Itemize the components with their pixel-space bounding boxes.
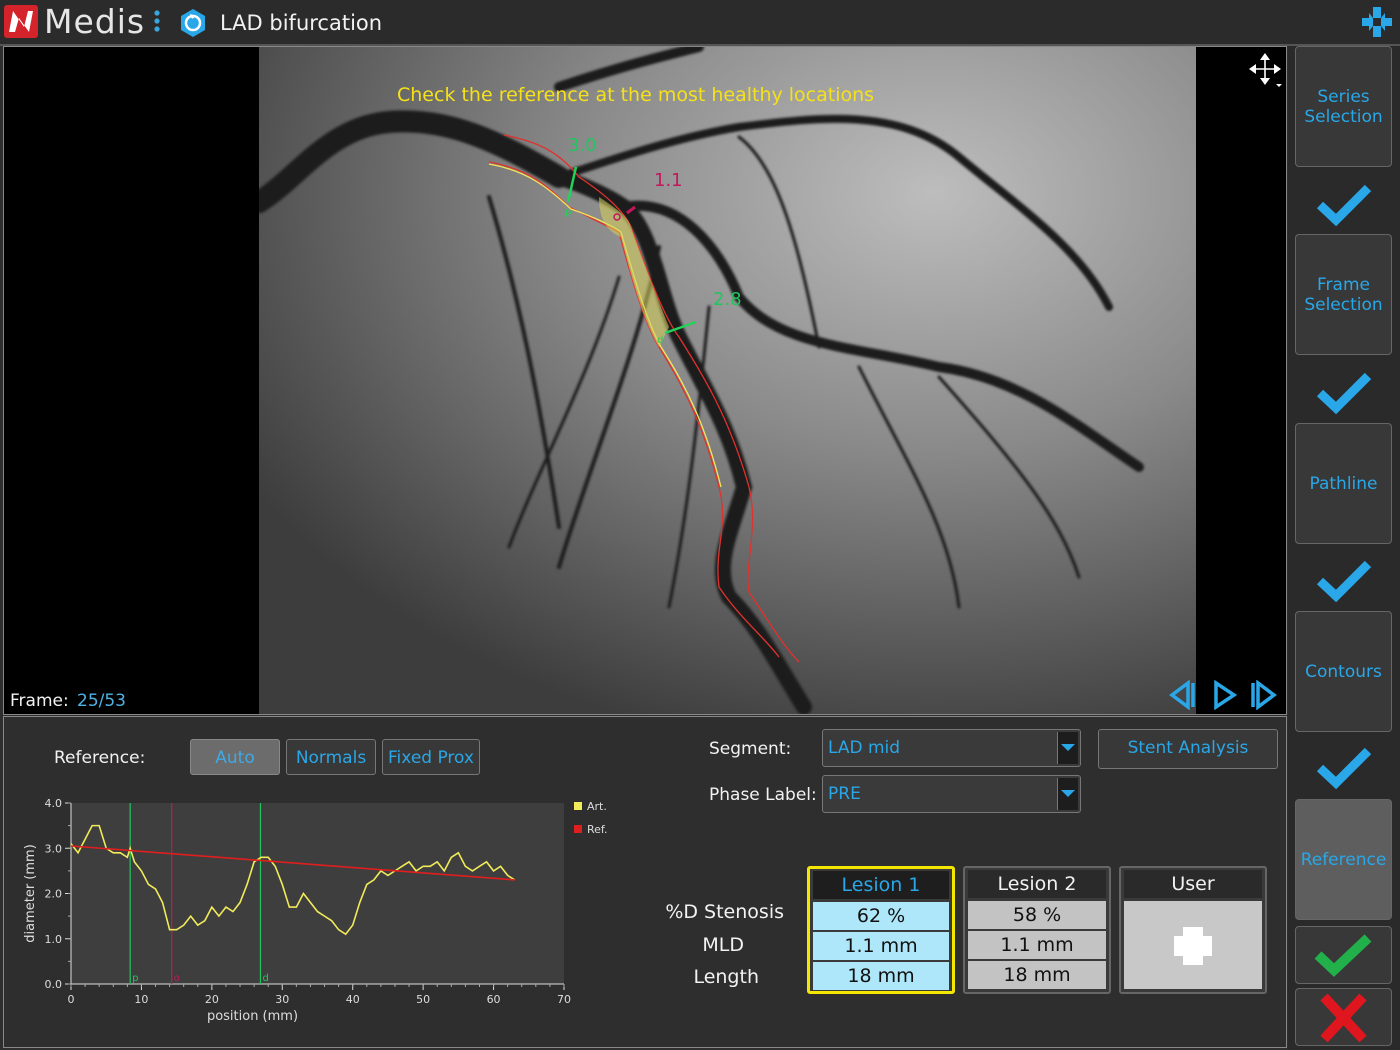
step-label: Selection <box>1304 106 1383 127</box>
length-row-label: Length <box>693 966 759 988</box>
legend-label: Ref. <box>587 823 608 836</box>
check-icon <box>1316 560 1372 603</box>
lesion-1-stenosis: 62 % <box>813 902 949 930</box>
medis-logo-icon <box>4 5 38 38</box>
menu-icon[interactable] <box>153 9 161 35</box>
lesion-1-title: Lesion 1 <box>813 871 949 899</box>
step-forward-icon[interactable] <box>1248 679 1280 711</box>
plot-area <box>71 803 564 984</box>
instruction-text: Check the reference at the most healthy … <box>397 84 875 106</box>
marker-label-o: o <box>174 973 180 984</box>
step-label: Contours <box>1305 661 1382 682</box>
x-tick-label: 60 <box>487 993 501 1006</box>
check-icon <box>1316 372 1372 415</box>
frame-value: 25/53 <box>77 691 126 711</box>
stenosis-row-label: %D Stenosis <box>665 901 784 923</box>
step-label: Reference <box>1300 849 1387 870</box>
phase-label: Phase Label: <box>709 785 817 805</box>
accept-check-icon <box>1314 934 1372 977</box>
step-reference[interactable]: Reference <box>1295 799 1392 920</box>
series-history-icon[interactable] <box>178 8 208 38</box>
workflow-sidebar: Series Selection Frame Selection Pathline … <box>1288 46 1400 1050</box>
step-label: Series <box>1317 86 1370 107</box>
frame-label: Frame: <box>10 691 69 711</box>
y-axis-label: diameter (mm) <box>23 844 38 943</box>
lesion-1-length: 18 mm <box>813 962 949 990</box>
step-frame-selection[interactable]: Frame Selection <box>1295 234 1392 355</box>
marker-label-p: p <box>132 973 138 984</box>
move-icon[interactable] <box>1248 52 1282 88</box>
add-user-lesion-button[interactable] <box>1124 901 1262 989</box>
dist-diameter-value: 2.8 <box>713 289 742 310</box>
lesion-2-mld: 1.1 mm <box>968 931 1106 959</box>
marker-d-label: d <box>657 335 663 346</box>
segment-select[interactable]: LAD mid <box>822 729 1081 767</box>
app-logo-text: Medis <box>44 2 146 41</box>
window-title: LAD bifurcation <box>220 11 383 35</box>
prox-diameter-value: 3.0 <box>568 135 597 156</box>
reject-button[interactable] <box>1295 988 1392 1046</box>
phase-value: PRE <box>828 784 861 804</box>
reference-normals-button[interactable]: Normals <box>286 739 376 775</box>
plus-icon <box>1174 927 1212 965</box>
angiogram-image[interactable]: p d 3.0 1.1 2.8 <box>259 47 1196 714</box>
x-tick-label: 40 <box>346 993 360 1006</box>
angiogram-viewport[interactable]: p d 3.0 1.1 2.8 Check the reference at t… <box>3 46 1287 715</box>
accept-button[interactable] <box>1295 926 1392 984</box>
lesion-2-title: Lesion 2 <box>968 870 1106 898</box>
step-label: Pathline <box>1309 473 1378 494</box>
lesion-1-mld: 1.1 mm <box>813 932 949 960</box>
check-icon <box>1316 184 1372 227</box>
legend-label: Art. <box>587 800 607 813</box>
legend-swatch <box>574 802 582 810</box>
analysis-panel: Reference: Auto Normals Fixed Prox 0 10 20… <box>3 716 1287 1048</box>
lesion-2-stenosis: 58 % <box>968 901 1106 929</box>
y-tick-label: 0.0 <box>45 978 63 991</box>
chevron-down-icon[interactable] <box>1057 732 1078 764</box>
step-label: Selection <box>1304 294 1383 315</box>
stent-analysis-button[interactable]: Stent Analysis <box>1098 729 1278 769</box>
lesion-2-card[interactable]: Lesion 2 58 % 1.1 mm 18 mm <box>963 866 1111 994</box>
y-tick-label: 1.0 <box>45 933 63 946</box>
step-series-selection[interactable]: Series Selection <box>1295 46 1392 167</box>
x-tick-label: 70 <box>557 993 571 1006</box>
chevron-down-icon[interactable] <box>1057 778 1078 810</box>
diameter-chart[interactable]: 0 10 20 30 40 50 60 70 0.0 1.0 2.0 3.0 4.0 position (… <box>18 793 618 1043</box>
x-tick-label: 30 <box>275 993 289 1006</box>
y-tick-label: 2.0 <box>45 888 63 901</box>
collapse-icon[interactable] <box>1360 5 1394 39</box>
x-tick-label: 50 <box>416 993 430 1006</box>
x-tick-label: 10 <box>134 993 148 1006</box>
y-tick-label: 4.0 <box>45 797 63 810</box>
check-icon <box>1316 747 1372 790</box>
user-title: User <box>1124 870 1262 898</box>
title-bar: Medis LAD bifurcation <box>0 0 1400 46</box>
y-tick-label: 3.0 <box>45 842 63 855</box>
phase-select[interactable]: PRE <box>822 775 1081 813</box>
x-tick-label: 20 <box>205 993 219 1006</box>
reject-x-icon <box>1320 993 1367 1043</box>
reference-fixed-prox-button[interactable]: Fixed Prox <box>382 739 480 775</box>
reference-label: Reference: <box>54 748 146 768</box>
lesion-2-length: 18 mm <box>968 961 1106 989</box>
x-axis-label: position (mm) <box>207 1009 298 1024</box>
lesion-1-card[interactable]: Lesion 1 62 % 1.1 mm 18 mm <box>807 866 955 994</box>
mld-row-label: MLD <box>702 934 744 956</box>
marker-label-d: d <box>262 973 268 984</box>
mld-value: 1.1 <box>654 170 683 191</box>
reference-auto-button[interactable]: Auto <box>190 739 280 775</box>
play-icon[interactable] <box>1208 679 1240 711</box>
legend-swatch <box>574 825 582 833</box>
segment-value: LAD mid <box>828 738 901 758</box>
x-tick-label: 0 <box>68 993 75 1006</box>
marker-p-label: p <box>565 207 571 218</box>
segment-label: Segment: <box>709 739 792 759</box>
step-label: Frame <box>1317 274 1370 295</box>
user-lesion-card[interactable]: User <box>1119 866 1267 994</box>
step-back-icon[interactable] <box>1166 679 1198 711</box>
step-pathline[interactable]: Pathline <box>1295 423 1392 544</box>
step-contours[interactable]: Contours <box>1295 611 1392 732</box>
